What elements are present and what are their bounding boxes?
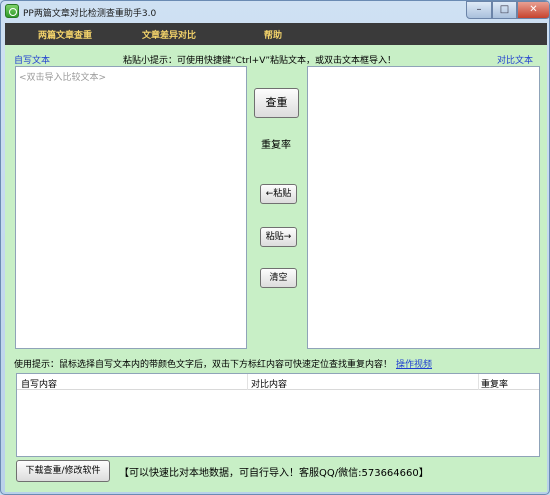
column-header-compare-content[interactable]: 对比内容 — [251, 377, 287, 390]
app-icon — [5, 4, 19, 18]
column-header-own-content[interactable]: 自写内容 — [21, 377, 57, 390]
column-divider — [247, 374, 248, 390]
repeat-rate-label: 重复率 — [261, 140, 291, 151]
close-button[interactable]: ✕ — [517, 1, 549, 19]
left-text-placeholder: <双击导入比较文本> — [19, 73, 107, 83]
left-text-label: 自写文本 — [14, 56, 51, 66]
window-title: PP两篇文章对比检测查重助手3.0 — [23, 9, 157, 19]
contact-note: 【可以快速比对本地数据，可自行导入！客服QQ/微信:573664660】 — [119, 468, 429, 479]
usage-tip: 使用提示：鼠标选择自写文本内的带颜色文字后，双击下方标红内容可快速定位查找重复内… — [14, 360, 393, 370]
menu-item-article-check[interactable]: 两篇文章查重 — [38, 28, 92, 41]
paste-left-button[interactable]: ←粘贴 — [260, 184, 297, 204]
menu-bar: 两篇文章查重 文章差异对比 帮助 — [5, 23, 547, 45]
right-text-label: 对比文本 — [497, 56, 534, 66]
results-table[interactable]: 自写内容 对比内容 重复率 — [16, 373, 540, 457]
clear-button[interactable]: 清空 — [260, 268, 297, 288]
main-panel: 自写文本 粘贴小提示：可使用快捷键“Ctrl+V”粘贴文本，或双击文本框导入！ … — [5, 45, 547, 492]
tutorial-video-link[interactable]: 操作视频 — [396, 357, 432, 370]
app-window: PP两篇文章对比检测查重助手3.0 – □ ✕ 两篇文章查重 文章差异对比 帮助… — [0, 0, 550, 495]
maximize-button[interactable]: □ — [492, 1, 517, 19]
right-text-area[interactable] — [307, 66, 540, 349]
download-software-button[interactable]: 下载查重/修改软件 — [16, 460, 110, 482]
paste-right-button[interactable]: 粘贴→ — [260, 227, 297, 247]
results-table-header: 自写内容 对比内容 重复率 — [17, 374, 539, 390]
title-bar[interactable]: PP两篇文章对比检测查重助手3.0 – □ ✕ — [1, 1, 549, 23]
left-text-area[interactable]: <双击导入比较文本> — [15, 66, 247, 349]
menu-item-help[interactable]: 帮助 — [264, 28, 282, 41]
menu-item-diff-compare[interactable]: 文章差异对比 — [142, 28, 196, 41]
minimize-button[interactable]: – — [466, 1, 492, 19]
column-header-repeat-rate[interactable]: 重复率 — [481, 377, 508, 390]
paste-tip: 粘贴小提示：可使用快捷键“Ctrl+V”粘贴文本，或双击文本框导入！ — [123, 56, 397, 66]
check-button[interactable]: 查重 — [254, 88, 299, 118]
column-divider — [478, 374, 479, 390]
